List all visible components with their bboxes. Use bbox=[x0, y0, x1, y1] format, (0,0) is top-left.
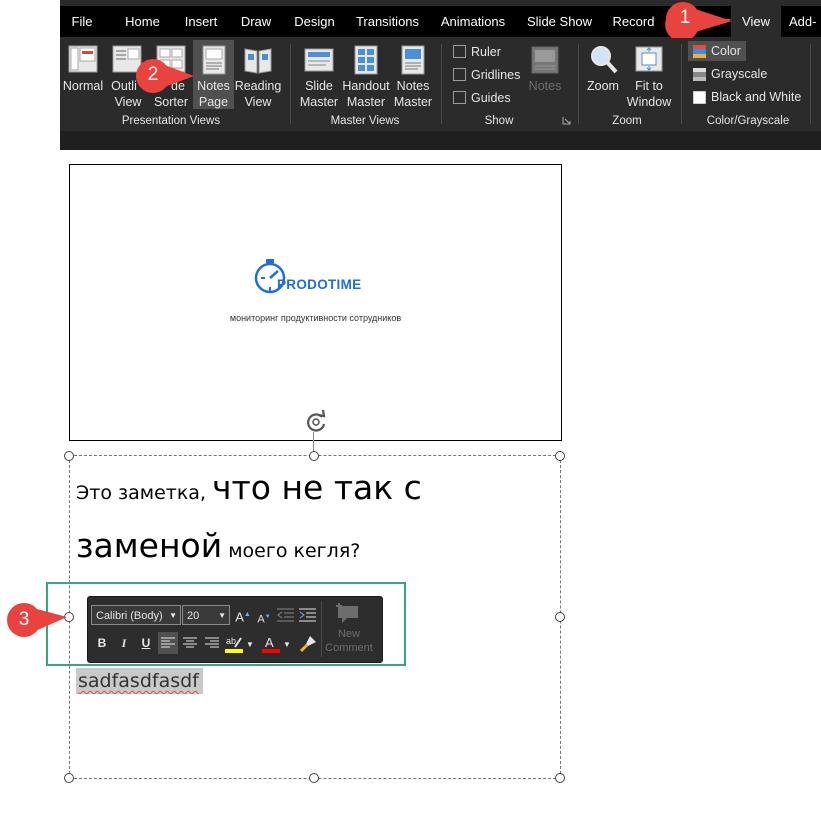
ruler-label[interactable]: Ruler bbox=[471, 45, 501, 59]
master-views-group-label: Master Views bbox=[330, 115, 400, 127]
reading-view-label-top[interactable]: Reading bbox=[234, 79, 282, 94]
zoom-group-label: Zoom bbox=[612, 115, 642, 127]
note-text-small: Это заметка, bbox=[76, 482, 213, 504]
tab-draw[interactable]: Draw bbox=[237, 6, 275, 37]
slide-master-label-bottom[interactable]: Master bbox=[296, 95, 342, 110]
fit-to-window-label-bottom[interactable]: Window bbox=[622, 95, 676, 110]
guides-checkbox[interactable] bbox=[453, 91, 466, 104]
group-separator bbox=[290, 44, 291, 124]
prodotime-logo-text: PRODOTIME bbox=[277, 277, 362, 292]
black-and-white-icon bbox=[693, 91, 706, 104]
group-separator bbox=[810, 44, 811, 124]
gridlines-checkbox[interactable] bbox=[453, 68, 466, 81]
tab-design[interactable]: Design bbox=[292, 6, 337, 37]
outline-view-label-bottom[interactable]: View bbox=[108, 95, 148, 110]
group-separator bbox=[681, 44, 682, 124]
ribbon-bottom-bar bbox=[60, 131, 821, 150]
gridlines-label[interactable]: Gridlines bbox=[471, 68, 520, 82]
notes-master-icon bbox=[401, 45, 425, 75]
fit-to-window-icon bbox=[635, 46, 663, 72]
resize-handle-top-right[interactable] bbox=[555, 451, 565, 461]
grayscale-icon bbox=[693, 68, 706, 81]
tab-home[interactable]: Home bbox=[120, 6, 165, 37]
slide-master-label-top[interactable]: Slide bbox=[298, 79, 340, 94]
fit-to-window-label-top[interactable]: Fit to bbox=[626, 79, 672, 94]
slide-master-icon bbox=[304, 48, 334, 72]
presentation-views-group-label: Presentation Views bbox=[121, 115, 221, 127]
handout-master-label-top[interactable]: Handout bbox=[340, 79, 392, 94]
guides-label[interactable]: Guides bbox=[471, 91, 511, 105]
normal-view-icon bbox=[68, 45, 98, 73]
notes-master-label-top[interactable]: Notes bbox=[392, 79, 434, 94]
resize-handle-right[interactable] bbox=[555, 612, 565, 622]
resize-handle-top-left[interactable] bbox=[64, 451, 74, 461]
tab-file[interactable]: File bbox=[63, 6, 101, 37]
tab-slide-show[interactable]: Slide Show bbox=[527, 6, 592, 37]
callout-3-number: 3 bbox=[18, 609, 30, 630]
tab-add-ins[interactable]: Add- bbox=[789, 6, 821, 37]
normal-view-button[interactable]: Normal bbox=[60, 79, 106, 94]
dialog-launcher-icon[interactable] bbox=[562, 116, 571, 125]
group-separator bbox=[578, 44, 579, 124]
note-text-small: моего кегля? bbox=[222, 540, 361, 562]
color-grayscale-group-label: Color/Grayscale bbox=[706, 115, 790, 127]
notes-page-label-bottom: Page bbox=[198, 95, 229, 109]
tab-transitions[interactable]: Transitions bbox=[355, 6, 420, 37]
tab-view[interactable]: View bbox=[731, 6, 781, 37]
selected-text[interactable]: sadfasdfasdf bbox=[76, 668, 203, 694]
zoom-button[interactable]: Zoom bbox=[582, 79, 624, 94]
resize-handle-bottom[interactable] bbox=[309, 773, 319, 783]
rotate-handle-icon[interactable] bbox=[303, 409, 329, 435]
grayscale-button[interactable]: Grayscale bbox=[711, 67, 767, 81]
handout-master-icon bbox=[354, 45, 378, 75]
reading-view-icon bbox=[244, 48, 272, 74]
note-text[interactable]: Это заметка, что не так с заменой моего … bbox=[76, 462, 516, 578]
color-icon bbox=[693, 45, 706, 58]
notes-toggle-button[interactable]: Notes bbox=[524, 79, 566, 94]
slide-sorter-label-bottom[interactable]: Sorter bbox=[151, 95, 191, 110]
callout-1-number: 1 bbox=[679, 7, 691, 28]
show-group-label: Show bbox=[484, 115, 514, 127]
tab-animations[interactable]: Animations bbox=[439, 6, 507, 37]
notes-master-label-bottom[interactable]: Master bbox=[390, 95, 436, 110]
reading-view-label-bottom[interactable]: View bbox=[234, 95, 282, 110]
tab-insert[interactable]: Insert bbox=[180, 6, 222, 37]
resize-handle-bottom-left[interactable] bbox=[64, 773, 74, 783]
black-and-white-button[interactable]: Black and White bbox=[711, 90, 801, 104]
notes-page-icon bbox=[202, 45, 226, 75]
tab-record[interactable]: Record bbox=[611, 6, 656, 37]
slide-tagline: мониторинг продуктивности сотрудников bbox=[229, 313, 402, 323]
ruler-checkbox[interactable] bbox=[453, 45, 466, 58]
resize-handle-bottom-right[interactable] bbox=[555, 773, 565, 783]
notes-toggle-icon bbox=[531, 46, 559, 74]
slide-preview[interactable]: PRODOTIME мониторинг продуктивности сотр… bbox=[69, 164, 562, 441]
resize-handle-top[interactable] bbox=[309, 451, 319, 461]
notes-page-label-top: Notes bbox=[197, 79, 230, 93]
highlight-frame bbox=[46, 582, 406, 666]
handout-master-label-bottom[interactable]: Master bbox=[343, 95, 389, 110]
color-label: Color bbox=[711, 44, 741, 58]
group-separator bbox=[441, 44, 442, 124]
callout-2-number: 2 bbox=[147, 64, 159, 85]
zoom-icon bbox=[591, 46, 618, 74]
